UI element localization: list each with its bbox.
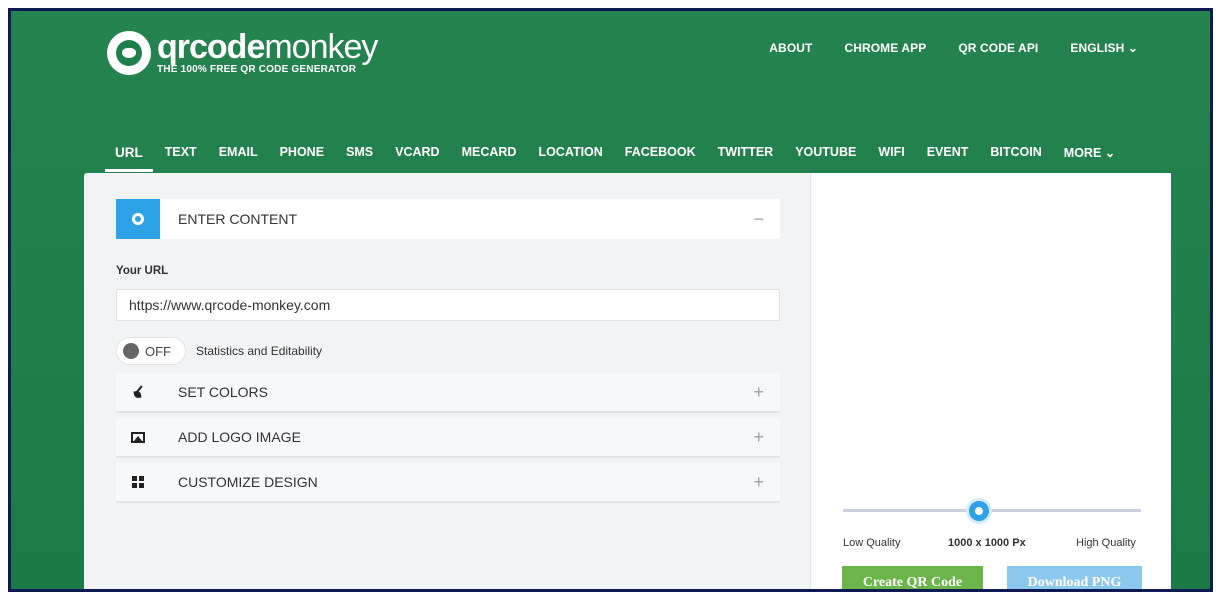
nav-qr-code-api[interactable]: QR CODE API xyxy=(958,41,1038,55)
enter-content-header[interactable]: ENTER CONTENT − xyxy=(116,199,780,239)
tab-email[interactable]: EMAIL xyxy=(217,139,260,172)
customize-icon-box xyxy=(116,462,160,502)
tab-facebook[interactable]: FACEBOOK xyxy=(623,139,698,172)
quality-slider-track[interactable] xyxy=(843,509,1141,512)
statistics-label: Statistics and Editability xyxy=(196,344,323,358)
tab-mecard[interactable]: MECARD xyxy=(460,139,519,172)
brush-icon xyxy=(132,386,144,398)
nav-about[interactable]: ABOUT xyxy=(769,41,812,55)
tab-vcard[interactable]: VCARD xyxy=(393,139,441,172)
tab-bitcoin[interactable]: BITCOIN xyxy=(988,139,1043,172)
logo[interactable]: qrcodemonkey THE 100% FREE QR CODE GENER… xyxy=(107,30,378,75)
tab-wifi[interactable]: WIFI xyxy=(876,139,906,172)
tab-youtube[interactable]: YOUTUBE xyxy=(793,139,858,172)
resolution-value: 1000 x 1000 Px xyxy=(948,537,1026,549)
tab-phone[interactable]: PHONE xyxy=(278,139,326,172)
tab-sms[interactable]: SMS xyxy=(344,139,375,172)
top-nav: ABOUT CHROME APP QR CODE API ENGLISH ⌄ xyxy=(769,41,1138,55)
statistics-toggle[interactable]: OFF xyxy=(116,337,186,365)
qr-type-tabs: URL TEXT EMAIL PHONE SMS VCARD MECARD LO… xyxy=(105,139,1117,172)
set-colors-label: SET COLORS xyxy=(178,384,268,400)
brand-name: qrcodemonkey xyxy=(157,30,378,64)
download-png-button[interactable]: Download PNG xyxy=(1007,566,1142,589)
tab-event[interactable]: EVENT xyxy=(925,139,971,172)
tab-text[interactable]: TEXT xyxy=(163,139,199,172)
brand-bold: qrcode xyxy=(157,27,265,66)
url-label: Your URL xyxy=(116,265,169,277)
enter-content-icon-box xyxy=(116,199,160,239)
expand-icon[interactable]: + xyxy=(753,472,764,493)
image-icon xyxy=(131,431,145,443)
collapse-icon[interactable]: − xyxy=(753,209,764,230)
enter-content-label: ENTER CONTENT xyxy=(178,211,297,227)
high-quality-label: High Quality xyxy=(1076,537,1136,549)
low-quality-label: Low Quality xyxy=(843,537,901,549)
tagline: THE 100% FREE QR CODE GENERATOR xyxy=(157,63,357,75)
add-logo-label: ADD LOGO IMAGE xyxy=(178,429,301,445)
expand-icon[interactable]: + xyxy=(753,427,764,448)
logo-text: qrcodemonkey THE 100% FREE QR CODE GENER… xyxy=(157,30,378,75)
qr-design-icon xyxy=(132,476,144,488)
quality-slider-handle[interactable] xyxy=(966,498,992,524)
add-logo-icon-box xyxy=(116,417,160,457)
monkey-logo-icon xyxy=(107,31,151,75)
set-colors-header[interactable]: SET COLORS + xyxy=(116,373,780,413)
url-input[interactable] xyxy=(116,289,780,321)
tab-url[interactable]: URL xyxy=(105,139,153,172)
app-frame: qrcodemonkey THE 100% FREE QR CODE GENER… xyxy=(8,8,1213,592)
customize-design-label: CUSTOMIZE DESIGN xyxy=(178,474,318,490)
brand-light: monkey xyxy=(264,27,378,66)
nav-language[interactable]: ENGLISH ⌄ xyxy=(1070,41,1138,55)
add-logo-header[interactable]: ADD LOGO IMAGE + xyxy=(116,418,780,458)
expand-icon[interactable]: + xyxy=(753,382,764,403)
main-panel: ENTER CONTENT − Your URL OFF Statistics … xyxy=(84,173,1171,589)
tab-location[interactable]: LOCATION xyxy=(536,139,604,172)
nav-chrome-app[interactable]: CHROME APP xyxy=(844,41,926,55)
tab-more[interactable]: MORE ⌄ xyxy=(1062,139,1117,172)
toggle-state: OFF xyxy=(145,343,171,359)
tab-twitter[interactable]: TWITTER xyxy=(716,139,776,172)
customize-design-header[interactable]: CUSTOMIZE DESIGN + xyxy=(116,463,780,503)
content-icon xyxy=(132,213,144,225)
set-colors-icon-box xyxy=(116,372,160,412)
preview-column: Low Quality 1000 x 1000 Px High Quality … xyxy=(810,173,1171,589)
create-qr-button[interactable]: Create QR Code xyxy=(842,566,983,589)
toggle-knob-icon xyxy=(123,343,139,359)
